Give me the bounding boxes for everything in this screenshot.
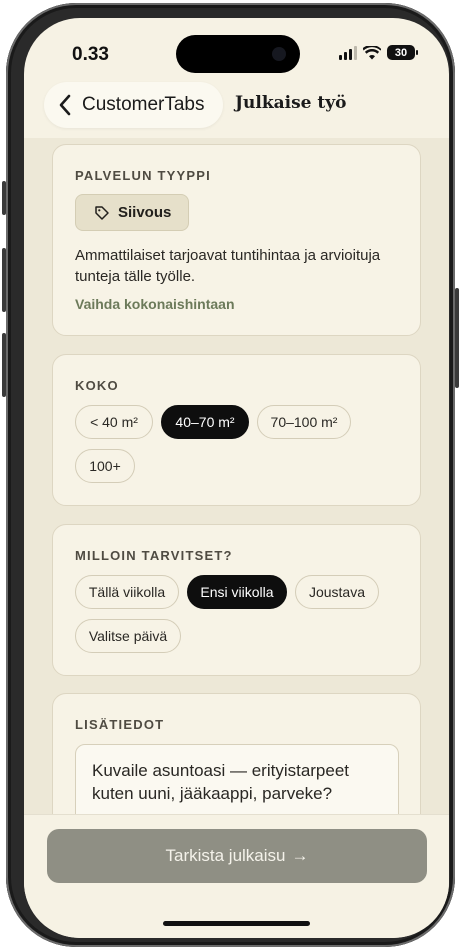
power-button xyxy=(455,288,459,388)
chevron-left-icon xyxy=(59,94,71,116)
service-description: Ammattilaiset tarjoavat tuntihintaa ja a… xyxy=(75,247,381,285)
when-chip-pick-date[interactable]: Valitse päivä xyxy=(75,619,181,653)
back-button-label: CustomerTabs xyxy=(82,94,205,115)
home-indicator xyxy=(163,921,310,926)
size-chip-40-70[interactable]: 40–70 m² xyxy=(161,405,249,439)
volume-up-button xyxy=(2,248,6,312)
details-card: LISÄTIEDOT Kuvaile asuntoasi — erityista… xyxy=(52,693,421,814)
size-chip-100-plus[interactable]: 100+ xyxy=(75,449,135,483)
signal-icon xyxy=(339,45,357,60)
service-type-label: PALVELUN TYYPPI xyxy=(75,168,211,183)
service-type-card: PALVELUN TYYPPI Siivous Ammattilaiset ta… xyxy=(52,144,421,336)
page-title: Julkaise työ xyxy=(235,93,347,113)
when-label: MILLOIN TARVITSET? xyxy=(75,548,233,563)
back-button[interactable]: CustomerTabs xyxy=(44,82,223,128)
service-tag-label: Siivous xyxy=(118,204,172,221)
wifi-icon xyxy=(363,45,381,59)
review-post-button[interactable]: Tarkista julkaisu → xyxy=(47,829,427,883)
volume-down-button xyxy=(2,333,6,397)
nav-header: CustomerTabs Julkaise työ xyxy=(24,78,449,142)
when-chip-flexible[interactable]: Joustava xyxy=(295,575,379,609)
details-label: LISÄTIEDOT xyxy=(75,717,165,732)
service-tag[interactable]: Siivous xyxy=(75,194,189,231)
size-label: KOKO xyxy=(75,378,119,393)
form-scroll[interactable]: PALVELUN TYYPPI Siivous Ammattilaiset ta… xyxy=(24,138,449,814)
phone-frame: 0.33 30 CustomerTabs Julkaise työ PALVEL… xyxy=(2,3,459,947)
status-icons: 30 xyxy=(339,45,418,60)
camera-icon xyxy=(272,47,286,61)
tag-icon xyxy=(95,205,109,220)
bottom-bar: Tarkista julkaisu → xyxy=(24,814,449,938)
battery-icon: 30 xyxy=(387,45,418,60)
mute-switch xyxy=(2,181,6,215)
size-chip-70-100[interactable]: 70–100 m² xyxy=(257,405,351,439)
arrow-right-icon: → xyxy=(291,846,309,865)
dynamic-island xyxy=(176,35,300,73)
size-chip-under-40[interactable]: < 40 m² xyxy=(75,405,153,439)
details-textarea[interactable]: Kuvaile asuntoasi — erityistarpeet kuten… xyxy=(75,744,399,814)
status-time: 0.33 xyxy=(72,44,109,65)
size-card: KOKO < 40 m² 40–70 m² 70–100 m² 100+ xyxy=(52,354,421,506)
when-chip-this-week[interactable]: Tällä viikolla xyxy=(75,575,179,609)
when-card: MILLOIN TARVITSET? Tällä viikolla Ensi v… xyxy=(52,524,421,676)
review-post-label: Tarkista julkaisu xyxy=(165,846,286,865)
when-chip-next-week[interactable]: Ensi viikolla xyxy=(187,575,287,609)
switch-pricing-link[interactable]: Vaihda kokonaishintaan xyxy=(75,296,235,312)
screen: 0.33 30 CustomerTabs Julkaise työ PALVEL… xyxy=(24,18,449,938)
